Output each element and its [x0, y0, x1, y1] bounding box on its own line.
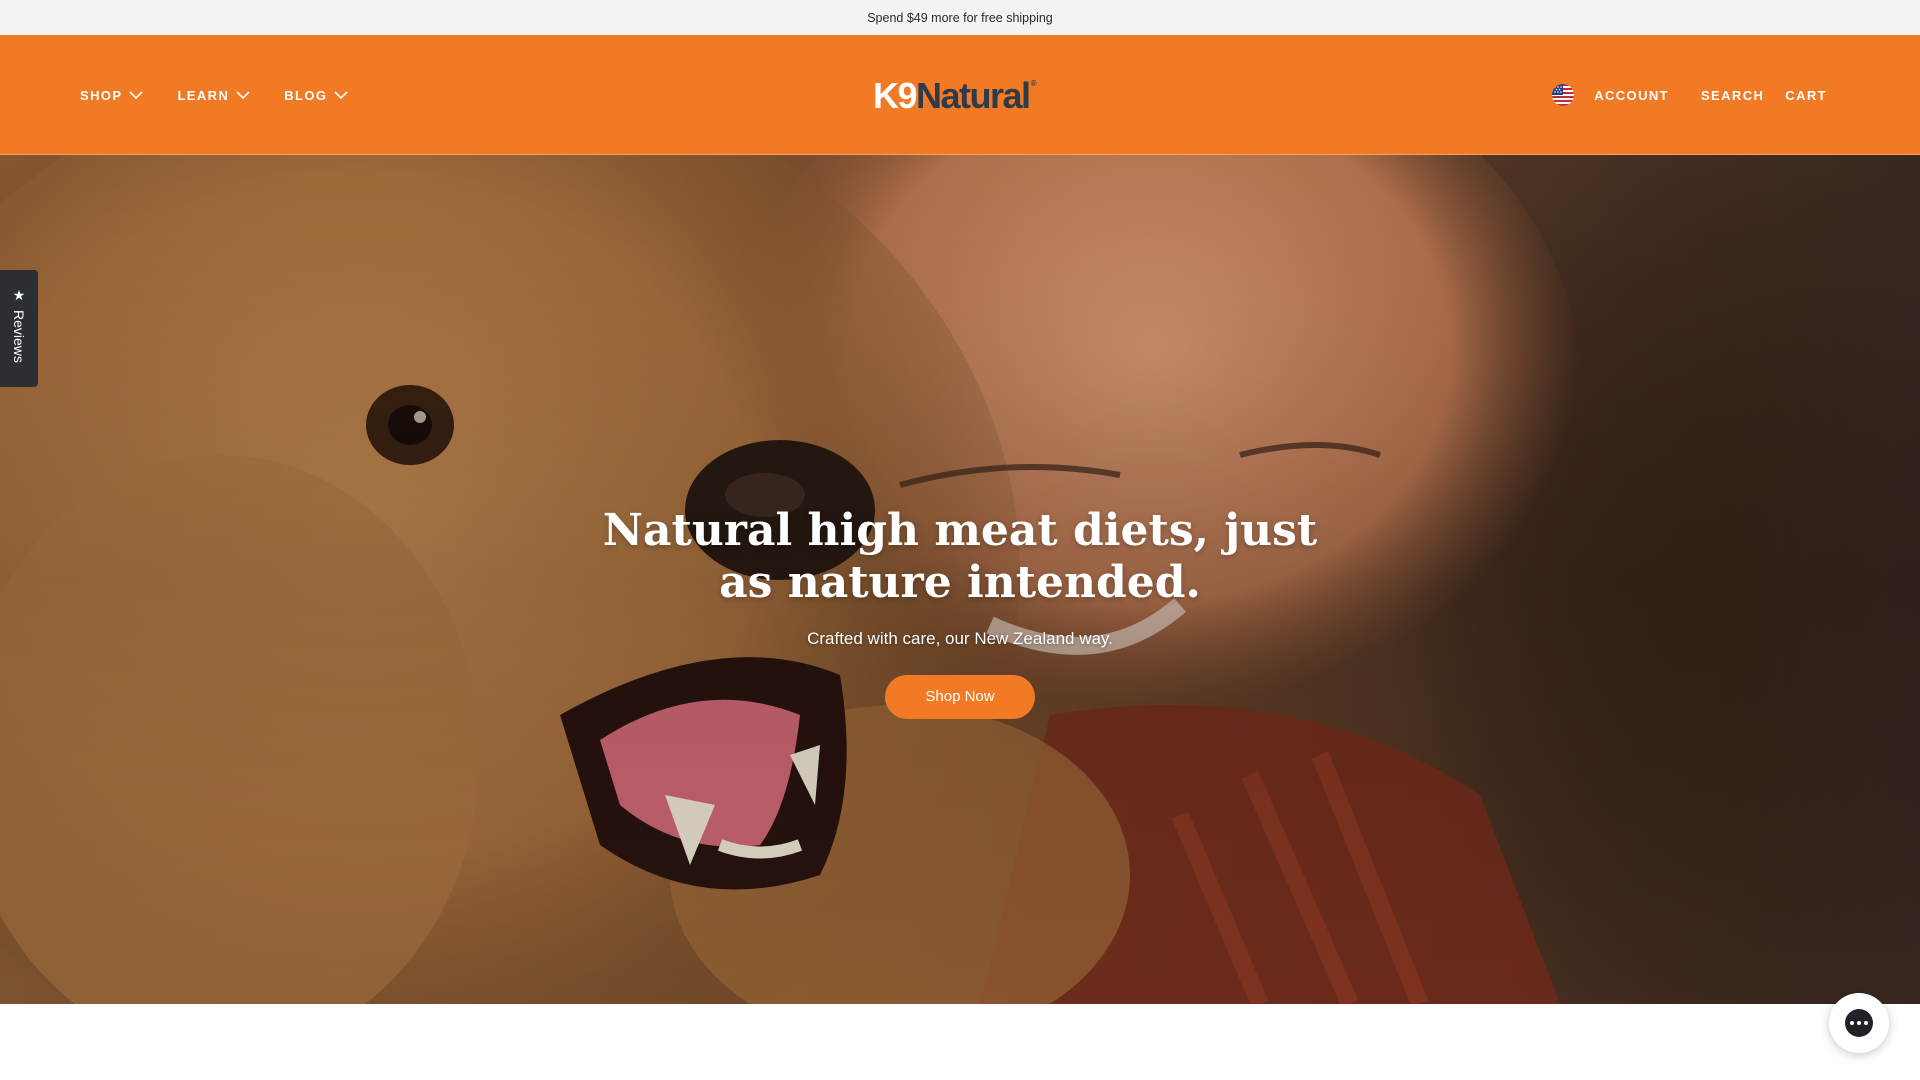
hero-banner: Natural high meat diets, just as nature … [0, 155, 1920, 1004]
utility-nav: ACCOUNT SEARCH CART [1552, 35, 1827, 155]
search-link[interactable]: SEARCH [1701, 88, 1764, 103]
chevron-down-icon [236, 90, 250, 99]
chevron-down-icon [334, 90, 348, 99]
nav-shop-label: SHOP [80, 87, 123, 103]
nav-learn[interactable]: LEARN [177, 88, 250, 103]
account-link[interactable]: ACCOUNT [1594, 88, 1669, 103]
chat-dot [1857, 1021, 1861, 1025]
announcement-text: Spend $49 more for free shipping [867, 10, 1053, 25]
logo-natural: Natural [916, 75, 1031, 116]
hero-subtitle: Crafted with care, our New Zealand way. [807, 629, 1113, 648]
hero-content: Natural high meat diets, just as nature … [0, 505, 1920, 719]
logo-registered-mark: ® [1030, 79, 1037, 88]
nav-shop[interactable]: SHOP [80, 87, 144, 103]
chevron-down-icon [129, 90, 144, 99]
hero-title: Natural high meat diets, just as nature … [602, 505, 1318, 608]
reviews-tab-label: Reviews [11, 310, 27, 363]
cart-link[interactable]: CART [1785, 88, 1827, 103]
nav-blog-label: BLOG [284, 87, 328, 103]
chat-launcher-button[interactable] [1829, 993, 1889, 1053]
main-nav: SHOP LEARN BLOG [80, 35, 348, 155]
chat-dot [1864, 1021, 1868, 1025]
reviews-tab[interactable]: ★ Reviews [0, 270, 38, 387]
nav-blog[interactable]: BLOG [284, 88, 348, 103]
star-icon: ★ [12, 287, 26, 303]
chat-bubble-icon [1845, 1009, 1873, 1037]
logo-k9: K9 [873, 75, 918, 116]
site-logo[interactable]: K9 Natural ® [873, 75, 1037, 116]
chat-dot [1850, 1021, 1854, 1025]
us-flag-icon[interactable] [1552, 84, 1575, 106]
nav-learn-label: LEARN [177, 87, 230, 103]
shop-now-button[interactable]: Shop Now [885, 675, 1035, 719]
announcement-bar: Spend $49 more for free shipping [0, 0, 1920, 35]
site-header: SHOP LEARN BLOG K9 Natural ® ACCOUNT SEA… [0, 35, 1920, 155]
